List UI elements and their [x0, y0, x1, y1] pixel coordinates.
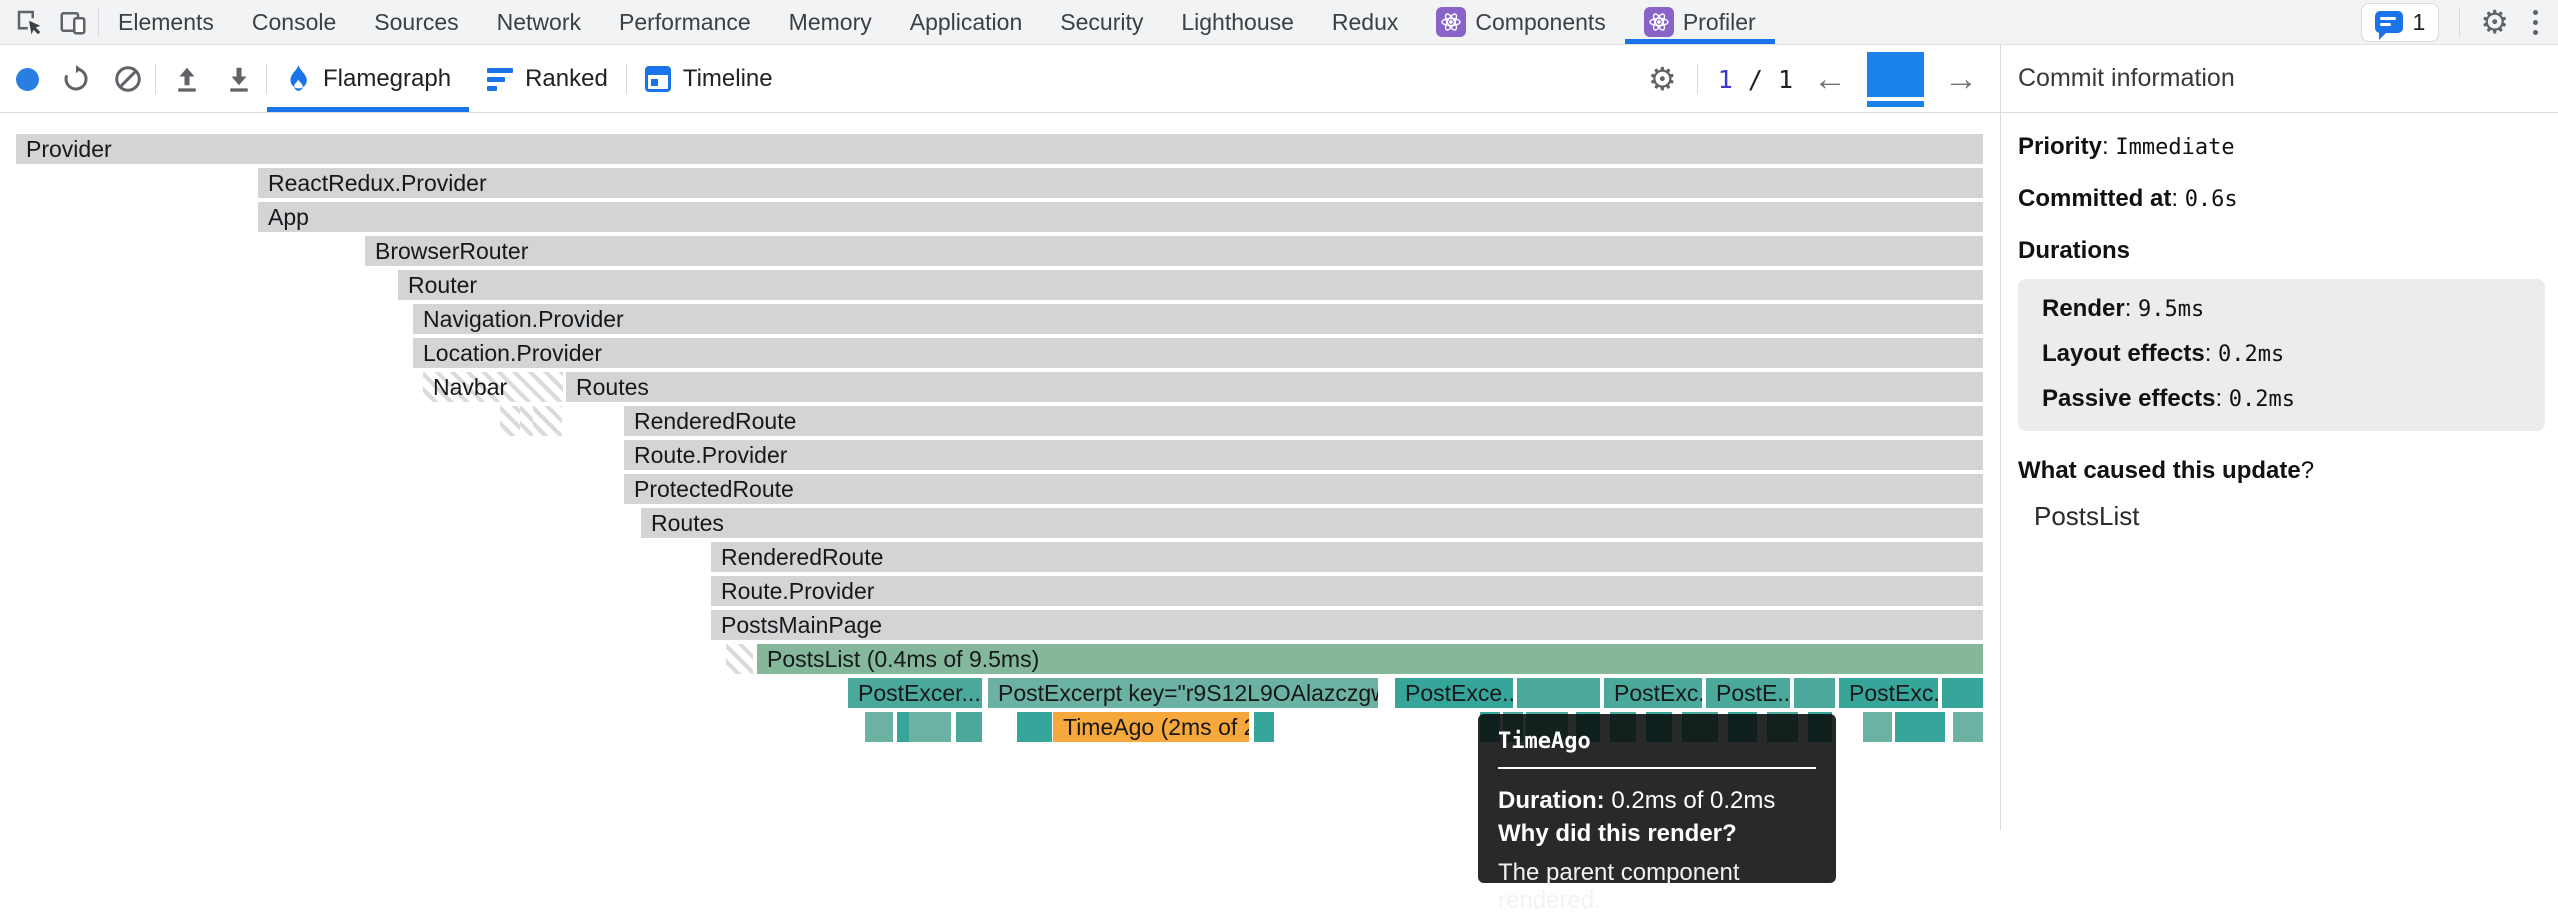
flame-bar-reactredux-provider[interactable]: ReactRedux.Provider [258, 168, 1983, 198]
flame-bar-timeago-2ms-of-2ms[interactable]: TimeAgo (2ms of 2ms) [1053, 712, 1249, 742]
what-caused-row: What caused this update? [2018, 457, 2544, 485]
priority-label: Priority [2018, 133, 2102, 160]
commit-info-panel: Commit information Priority: Immediate C… [2000, 45, 2558, 830]
flame-bar-location-provider[interactable]: Location.Provider [413, 338, 1983, 368]
flame-bar[interactable] [1953, 712, 1983, 742]
flamegraph-pane: Provider ReactRedux.Provider App BrowserRou… [0, 113, 2000, 830]
flame-bar[interactable] [1517, 678, 1600, 708]
render-label: Render [2042, 295, 2125, 322]
flamegraph: Provider ReactRedux.Provider App BrowserRou… [0, 0, 2000, 830]
flame-bar[interactable] [1032, 712, 1052, 742]
flame-bar-navigation-provider[interactable]: Navigation.Provider [413, 304, 1983, 334]
committed-at-label: Committed at [2018, 185, 2171, 212]
render-duration-row: Render: 9.5ms [2042, 295, 2545, 323]
flame-bar-browserrouter[interactable]: BrowserRouter [365, 236, 1983, 266]
issues-bubble-icon [2375, 11, 2403, 33]
flame-bar-postexc[interactable]: PostExc... [1839, 678, 1938, 708]
passive-effects-row: Passive effects: 0.2ms [2042, 385, 2545, 413]
flame-bar[interactable] [1942, 678, 1983, 708]
flame-bar[interactable] [533, 406, 562, 436]
tooltip-why-value: The parent component rendered. [1498, 859, 1816, 915]
flame-bar-router[interactable]: Router [398, 270, 1983, 300]
flame-bar[interactable] [726, 644, 753, 674]
flame-bar-postexcerpt-key-r9s12l9oalazczgw[interactable]: PostExcerpt key="r9S12L9OAlazczgw... [988, 678, 1378, 708]
flame-bar-postexc[interactable]: PostExc... [1604, 678, 1702, 708]
issues-button[interactable]: 1 [2361, 3, 2440, 42]
layout-effects-value: 0.2ms [2218, 342, 2284, 367]
priority-value: Immediate [2115, 135, 2234, 160]
flame-bar-postexcer[interactable]: PostExcer... [848, 678, 982, 708]
durations-heading: Durations [2018, 237, 2130, 264]
flame-bar[interactable] [1254, 712, 1274, 742]
flame-bar-postsmainpage[interactable]: PostsMainPage [711, 610, 1983, 640]
flame-bar[interactable] [1925, 712, 1945, 742]
flame-bar-app[interactable]: App [258, 202, 1983, 232]
flame-bar[interactable] [909, 712, 951, 742]
divider [2459, 7, 2460, 37]
more-options-icon[interactable] [2529, 6, 2542, 39]
flame-bar-renderedroute[interactable]: RenderedRoute [711, 542, 1983, 572]
committed-at-row: Committed at: 0.6s [2018, 185, 2544, 213]
cause-component-postslist[interactable]: PostsList [2034, 501, 2544, 532]
settings-gear-icon[interactable]: ⚙ [2480, 6, 2509, 38]
what-caused-label: What caused this update [2018, 457, 2301, 484]
flamegraph-tooltip: TimeAgo Duration: 0.2ms of 0.2ms Why did… [1478, 714, 1836, 883]
flame-bar-routes[interactable]: Routes [566, 372, 1983, 402]
tooltip-duration-label: Duration: [1498, 787, 1605, 814]
flame-bar-navbar[interactable]: Navbar [423, 372, 563, 402]
layout-effects-label: Layout effects [2042, 340, 2205, 367]
flame-bar[interactable] [865, 712, 893, 742]
flame-bar-poste[interactable]: PostE... [1706, 678, 1790, 708]
passive-effects-label: Passive effects [2042, 385, 2215, 412]
flame-bar-renderedroute[interactable]: RenderedRoute [624, 406, 1983, 436]
flame-bar-protectedroute[interactable]: ProtectedRoute [624, 474, 1983, 504]
flame-bar[interactable] [500, 406, 520, 436]
commit-info-header: Commit information [2001, 45, 2558, 113]
flame-bar[interactable] [956, 712, 982, 742]
flame-bar[interactable] [1794, 678, 1835, 708]
tooltip-why-label: Why did this render? [1498, 820, 1737, 847]
passive-effects-value: 0.2ms [2229, 387, 2295, 412]
flame-bar-routes[interactable]: Routes [641, 508, 1983, 538]
flame-bar-postslist-0-4ms-of-9-5ms[interactable]: PostsList (0.4ms of 9.5ms) [757, 644, 1983, 674]
render-value: 9.5ms [2138, 297, 2204, 322]
committed-at-value: 0.6s [2185, 187, 2238, 212]
tooltip-duration-value: 0.2ms of 0.2ms [1605, 787, 1776, 814]
priority-row: Priority: Immediate [2018, 133, 2544, 161]
durations-box: Render: 9.5ms Layout effects: 0.2ms Pass… [2018, 279, 2545, 431]
flame-bar[interactable] [1863, 712, 1892, 742]
layout-effects-row: Layout effects: 0.2ms [2042, 340, 2545, 368]
tooltip-component-name: TimeAgo [1498, 729, 1816, 754]
issues-count: 1 [2413, 9, 2426, 36]
flame-bar-route-provider[interactable]: Route.Provider [711, 576, 1983, 606]
flame-bar-provider[interactable]: Provider [16, 134, 1983, 164]
flame-bar-postexce[interactable]: PostExce... [1395, 678, 1513, 708]
flame-bar-route-provider[interactable]: Route.Provider [624, 440, 1983, 470]
